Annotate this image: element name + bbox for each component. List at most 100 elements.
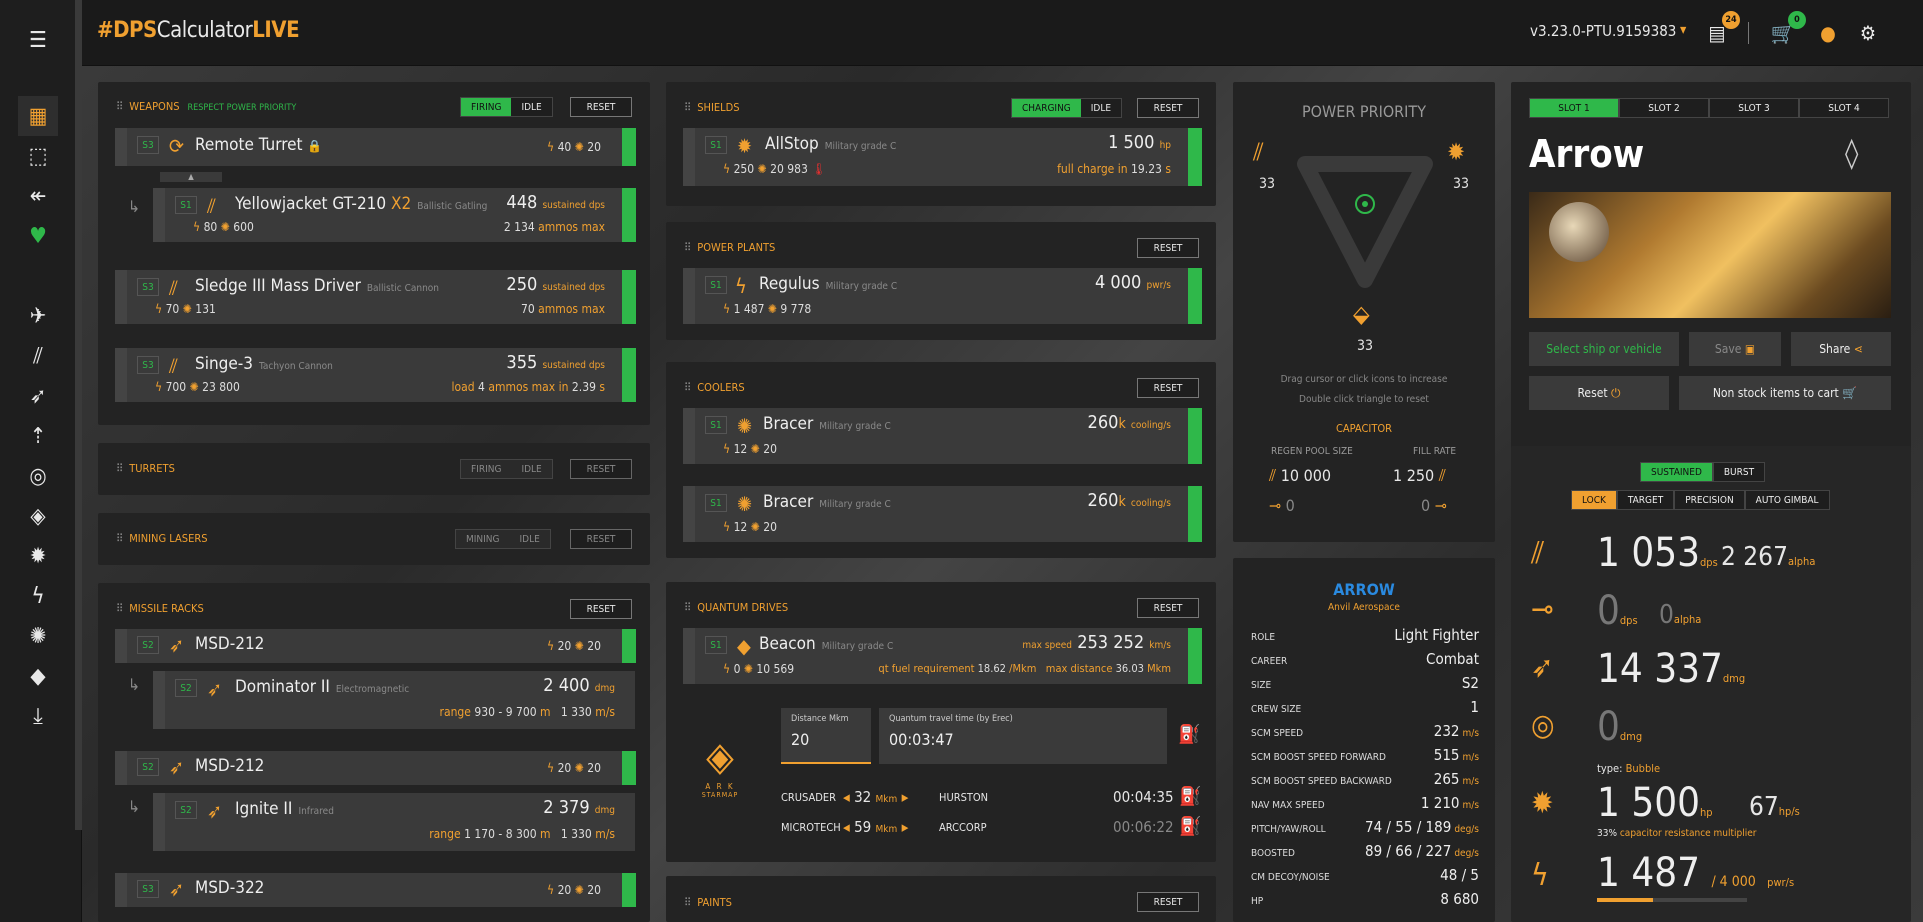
box-icon[interactable]: ⬚	[18, 136, 58, 176]
distance-field[interactable]: Distance Mkm 20	[781, 708, 871, 764]
tab-auto-gimbal[interactable]: AUTO GIMBAL	[1744, 490, 1830, 510]
cooler-item[interactable]: S1 ✺ Bracer Military grade C 260k cooling…	[683, 486, 1202, 542]
mining-reset-button[interactable]: RESET	[570, 529, 632, 549]
ship-stat-key: ROLE	[1251, 632, 1276, 643]
signal-icon[interactable]: ◎	[18, 456, 58, 496]
tab-target[interactable]: TARGET	[1616, 490, 1675, 510]
shield-item-allstop[interactable]: S1 ✹ AllStop Military grade C 1 500 hp ϟ …	[683, 128, 1202, 186]
version-select[interactable]: v3.23.0-PTU.9159383	[1530, 22, 1676, 40]
quantum-reset-button[interactable]: RESET	[1137, 598, 1199, 618]
tab-slot-3[interactable]: SLOT 3	[1709, 98, 1799, 118]
dashboard-icon[interactable]: ▦	[18, 96, 58, 136]
cart-button[interactable]: Non stock items to cart 🛒	[1679, 376, 1891, 410]
turrets-reset-button[interactable]: RESET	[570, 459, 632, 479]
gear-icon[interactable]: ⚙	[1855, 20, 1881, 46]
tab-slot-4[interactable]: SLOT 4	[1799, 98, 1889, 118]
save-button[interactable]: Save ▣	[1689, 332, 1781, 366]
select-ship-button[interactable]: Select ship or vehicle	[1529, 332, 1679, 366]
shields-reset-button[interactable]: RESET	[1137, 98, 1199, 118]
power-plants-reset-button[interactable]: RESET	[1137, 238, 1199, 258]
item-name: Dominator II Electromagnetic	[235, 677, 410, 697]
missile-item-dominator[interactable]: S2 ➶ Dominator II Electromagnetic 2 400 d…	[153, 671, 635, 729]
ship-stat-key: SIZE	[1251, 680, 1272, 691]
weapon-item-remote-turret[interactable]: S3 ⟳ Remote Turret 🔒 ϟ 40 ✺ 20	[115, 128, 636, 166]
cart-icon[interactable]: 🛒 0	[1770, 11, 1806, 46]
reset-button[interactable]: Reset ⏻	[1529, 376, 1669, 410]
collapse-toggle[interactable]: ▲	[160, 172, 222, 182]
shield-gear-icon[interactable]: ✹	[18, 536, 58, 576]
cooler-item[interactable]: S1 ✺ Bracer Military grade C 260k cooling…	[683, 408, 1202, 464]
document-icon[interactable]: ▤ 24	[1704, 11, 1740, 46]
fan-icon[interactable]: ✺	[18, 616, 58, 656]
missile-item-ignite[interactable]: S2 ➶ Ignite II Infrared 2 379 dmg range 1…	[153, 793, 635, 851]
ship-stat-key: PITCH/YAW/ROLL	[1251, 824, 1326, 835]
thrusters-priority-icon[interactable]: ⬙	[1353, 300, 1370, 328]
rocket-icon[interactable]: ⇡	[18, 416, 58, 456]
weapons-panel: ⠿ WEAPONS RESPECT POWER PRIORITY FIRING ID…	[98, 82, 650, 425]
missile-dmg: 14 337dmg	[1597, 646, 1746, 692]
weapons-priority-icon[interactable]: ⫽	[1253, 138, 1264, 166]
diamond-icon[interactable]: ◈	[18, 496, 58, 536]
weapons-small-icon: ⫽	[1269, 466, 1277, 485]
power-icon[interactable]: ϟ	[18, 576, 58, 616]
missile-icon[interactable]: ➶	[18, 376, 58, 416]
weapons-firing-button[interactable]: FIRING	[461, 98, 512, 116]
weapon-item-yellowjacket[interactable]: S1 ⫽ Yellowjacket GT-210 X2 Ballistic Gat…	[153, 188, 636, 242]
weapons-icon[interactable]: ⫽	[18, 336, 58, 376]
item-power: ϟ 20 ✺ 20	[547, 761, 601, 775]
shields-charging-button[interactable]: CHARGING	[1012, 99, 1081, 117]
tab-slot-2[interactable]: SLOT 2	[1619, 98, 1709, 118]
mining-button[interactable]: MINING	[456, 530, 510, 548]
power-triangle[interactable]	[1293, 152, 1437, 292]
chevron-down-icon[interactable]: ▾	[1680, 22, 1686, 38]
ship-icon[interactable]: ✈	[18, 296, 58, 336]
quantum-item-beacon[interactable]: S1 ◆ Beacon Military grade C max speed 25…	[683, 628, 1202, 684]
user-icon[interactable]: ●	[1815, 20, 1841, 46]
weapons-idle-button[interactable]: IDLE	[511, 98, 552, 116]
weapons-reset-button[interactable]: RESET	[570, 97, 632, 117]
travel-value: 00:03:47	[889, 730, 954, 749]
status-bar	[622, 873, 636, 907]
hand-heart-icon[interactable]: ♥	[18, 216, 58, 256]
item-name: MSD-212	[195, 756, 265, 776]
item-name: MSD-212	[195, 634, 265, 654]
power-plant-item-regulus[interactable]: S1 ϟ Regulus Military grade C 4 000 pwr/s…	[683, 268, 1202, 324]
tab-precision[interactable]: PRECISION	[1674, 490, 1745, 510]
missile-rack-item[interactable]: S2 ➶ MSD-212 ϟ 20 ✺ 20	[115, 629, 636, 663]
weapon-item-sledge[interactable]: S3 ⫽ Sledge III Mass Driver Ballistic Can…	[115, 270, 636, 324]
status-bar	[622, 188, 636, 242]
item-value: max speed 253 252 km/s	[1022, 632, 1171, 653]
app-logo[interactable]: #DPSCalculatorLIVE	[97, 18, 300, 43]
tab-lock[interactable]: LOCK	[1571, 490, 1617, 510]
logo-end: LIVE	[252, 18, 300, 43]
shields-priority-icon[interactable]: ✹	[1447, 138, 1465, 166]
anchor-icon[interactable]: ⤓	[18, 696, 58, 736]
tachyon-icon: ⫽	[169, 354, 178, 378]
missile-rack-item[interactable]: S2 ➶ MSD-212 ϟ 20 ✺ 20	[115, 751, 636, 785]
mining-panel: ⠿ MINING LASERS MINING IDLE RESET	[98, 513, 650, 565]
tab-sustained[interactable]: SUSTAINED	[1640, 462, 1713, 482]
paints-reset-button[interactable]: RESET	[1137, 892, 1199, 912]
ark-starmap-logo[interactable]: ◈ A R K STARMAP	[690, 732, 750, 812]
sidebar-scrollbar[interactable]	[75, 0, 82, 830]
quantum-icon[interactable]: ◆	[18, 656, 58, 696]
weapon-item-singe[interactable]: S3 ⫽ Singe-3 Tachyon Cannon 355 sustained…	[115, 348, 636, 402]
missile-rack-item[interactable]: S3 ➶ MSD-322 ϟ 20 ✺ 20	[115, 873, 636, 907]
turrets-firing-button[interactable]: FIRING	[461, 460, 512, 478]
respect-power-priority[interactable]: RESPECT POWER PRIORITY	[188, 103, 297, 113]
menu-icon[interactable]: ☰	[18, 20, 58, 60]
missiles-reset-button[interactable]: RESET	[570, 599, 632, 619]
ship-stat-value: Light Fighter	[1394, 626, 1479, 644]
ship-stat-row: NAV MAX SPEED 1 210 m/s	[1251, 794, 1479, 812]
reply-all-icon[interactable]: ↞	[18, 176, 58, 216]
shields-idle-button[interactable]: IDLE	[1080, 99, 1122, 117]
slot-badge: S2	[137, 636, 159, 654]
coolers-reset-button[interactable]: RESET	[1137, 378, 1199, 398]
mining-idle-button[interactable]: IDLE	[509, 530, 550, 548]
tab-burst[interactable]: BURST	[1712, 462, 1766, 482]
turrets-idle-button[interactable]: IDLE	[511, 460, 552, 478]
status-bar	[1188, 128, 1202, 186]
tab-slot-1[interactable]: SLOT 1	[1529, 98, 1619, 118]
share-button[interactable]: Share ⋖	[1791, 332, 1891, 366]
summary-panel: SUSTAINED BURST LOCK TARGET PRECISION AU…	[1511, 446, 1911, 922]
